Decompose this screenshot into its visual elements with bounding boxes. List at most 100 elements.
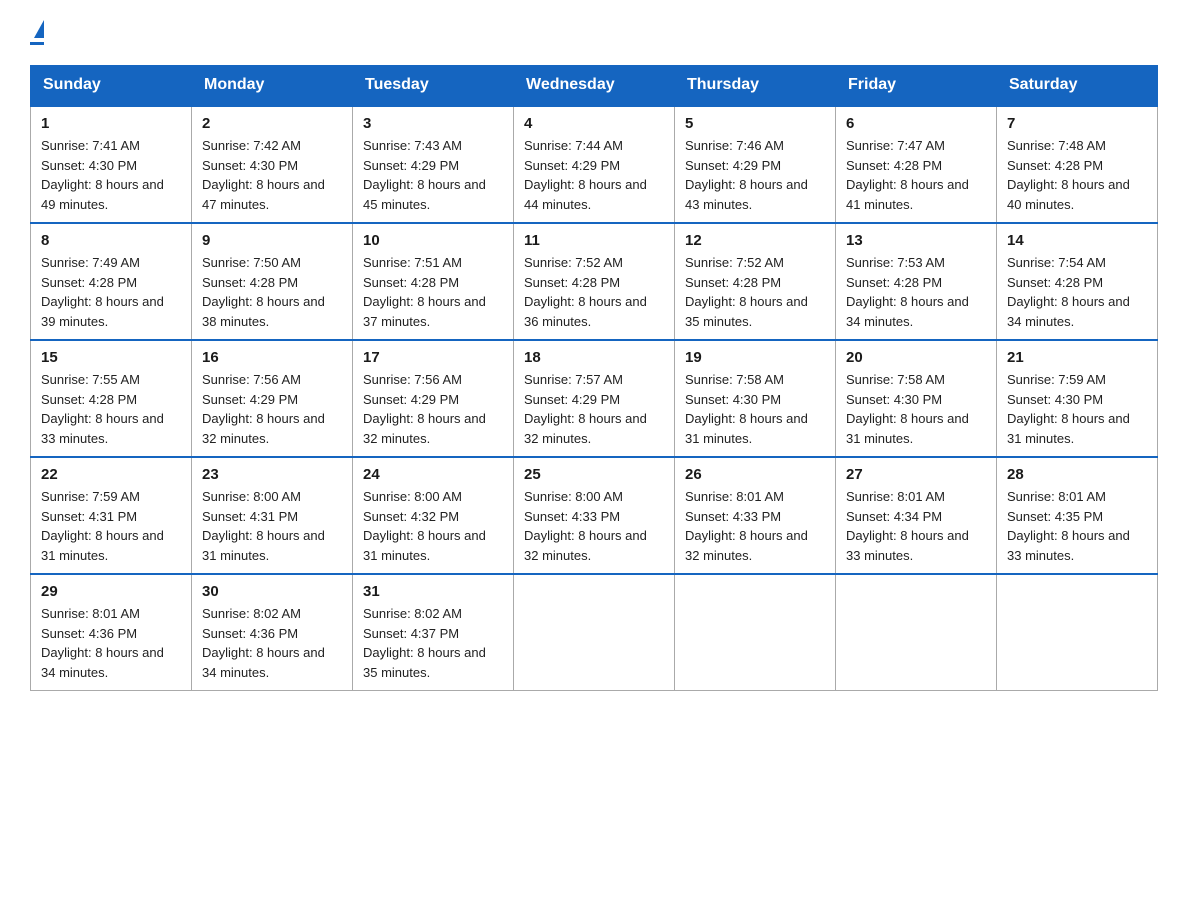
calendar-cell: 18 Sunrise: 7:57 AMSunset: 4:29 PMDayligh… (514, 340, 675, 457)
day-number: 16 (202, 349, 342, 366)
logo (30, 20, 44, 45)
calendar-header-row: SundayMondayTuesdayWednesdayThursdayFrid… (31, 66, 1158, 106)
day-info: Sunrise: 7:55 AMSunset: 4:28 PMDaylight:… (41, 370, 181, 448)
day-number: 2 (202, 115, 342, 132)
calendar-cell: 28Sunrise: 8:01 AMSunset: 4:35 PMDayligh… (997, 457, 1158, 574)
day-number: 23 (202, 466, 342, 483)
calendar-cell: 27 Sunrise: 8:01 AMSunset: 4:34 PMDayligh… (836, 457, 997, 574)
day-info: Sunrise: 7:48 AMSunset: 4:28 PMDaylight:… (1007, 136, 1147, 214)
calendar-cell: 22 Sunrise: 7:59 AMSunset: 4:31 PMDayligh… (31, 457, 192, 574)
week-row-5: 29 Sunrise: 8:01 AMSunset: 4:36 PMDayligh… (31, 574, 1158, 691)
calendar-cell: 23 Sunrise: 8:00 AMSunset: 4:31 PMDayligh… (192, 457, 353, 574)
day-number: 6 (846, 115, 986, 132)
day-number: 29 (41, 583, 181, 600)
day-info: Sunrise: 8:00 AMSunset: 4:32 PMDaylight:… (363, 487, 503, 565)
calendar-cell: 16 Sunrise: 7:56 AMSunset: 4:29 PMDayligh… (192, 340, 353, 457)
calendar-cell: 4 Sunrise: 7:44 AMSunset: 4:29 PMDaylight… (514, 106, 675, 224)
day-info: Sunrise: 7:53 AMSunset: 4:28 PMDaylight:… (846, 253, 986, 331)
day-info: Sunrise: 8:00 AMSunset: 4:33 PMDaylight:… (524, 487, 664, 565)
day-info: Sunrise: 8:00 AMSunset: 4:31 PMDaylight:… (202, 487, 342, 565)
week-row-3: 15 Sunrise: 7:55 AMSunset: 4:28 PMDayligh… (31, 340, 1158, 457)
calendar-cell: 9 Sunrise: 7:50 AMSunset: 4:28 PMDaylight… (192, 223, 353, 340)
day-info: Sunrise: 7:43 AMSunset: 4:29 PMDaylight:… (363, 136, 503, 214)
day-info: Sunrise: 7:41 AMSunset: 4:30 PMDaylight:… (41, 136, 181, 214)
day-number: 26 (685, 466, 825, 483)
calendar-cell: 19 Sunrise: 7:58 AMSunset: 4:30 PMDayligh… (675, 340, 836, 457)
day-number: 12 (685, 232, 825, 249)
calendar-cell (675, 574, 836, 691)
calendar-cell (836, 574, 997, 691)
calendar-cell: 10Sunrise: 7:51 AMSunset: 4:28 PMDayligh… (353, 223, 514, 340)
day-info: Sunrise: 7:58 AMSunset: 4:30 PMDaylight:… (846, 370, 986, 448)
calendar-cell: 25 Sunrise: 8:00 AMSunset: 4:33 PMDayligh… (514, 457, 675, 574)
day-info: Sunrise: 7:56 AMSunset: 4:29 PMDaylight:… (202, 370, 342, 448)
day-number: 11 (524, 232, 664, 249)
day-number: 31 (363, 583, 503, 600)
day-number: 8 (41, 232, 181, 249)
calendar-cell: 13 Sunrise: 7:53 AMSunset: 4:28 PMDayligh… (836, 223, 997, 340)
day-number: 18 (524, 349, 664, 366)
calendar-header-thursday: Thursday (675, 66, 836, 106)
day-info: Sunrise: 8:01 AMSunset: 4:33 PMDaylight:… (685, 487, 825, 565)
day-info: Sunrise: 8:02 AMSunset: 4:37 PMDaylight:… (363, 604, 503, 682)
calendar-table: SundayMondayTuesdayWednesdayThursdayFrid… (30, 65, 1158, 691)
day-number: 9 (202, 232, 342, 249)
calendar-cell: 26 Sunrise: 8:01 AMSunset: 4:33 PMDayligh… (675, 457, 836, 574)
logo-triangle-icon (34, 20, 44, 38)
calendar-header-saturday: Saturday (997, 66, 1158, 106)
calendar-header-friday: Friday (836, 66, 997, 106)
day-number: 20 (846, 349, 986, 366)
day-number: 10 (363, 232, 503, 249)
calendar-cell: 2Sunrise: 7:42 AMSunset: 4:30 PMDaylight… (192, 106, 353, 224)
day-number: 21 (1007, 349, 1147, 366)
day-info: Sunrise: 7:58 AMSunset: 4:30 PMDaylight:… (685, 370, 825, 448)
calendar-header-tuesday: Tuesday (353, 66, 514, 106)
day-info: Sunrise: 8:01 AMSunset: 4:34 PMDaylight:… (846, 487, 986, 565)
logo-underline (30, 42, 44, 45)
day-number: 17 (363, 349, 503, 366)
calendar-cell: 3 Sunrise: 7:43 AMSunset: 4:29 PMDaylight… (353, 106, 514, 224)
day-number: 27 (846, 466, 986, 483)
calendar-cell: 11 Sunrise: 7:52 AMSunset: 4:28 PMDayligh… (514, 223, 675, 340)
calendar-cell: 21 Sunrise: 7:59 AMSunset: 4:30 PMDayligh… (997, 340, 1158, 457)
day-number: 19 (685, 349, 825, 366)
day-info: Sunrise: 7:50 AMSunset: 4:28 PMDaylight:… (202, 253, 342, 331)
day-info: Sunrise: 7:52 AMSunset: 4:28 PMDaylight:… (685, 253, 825, 331)
calendar-cell: 24 Sunrise: 8:00 AMSunset: 4:32 PMDayligh… (353, 457, 514, 574)
day-info: Sunrise: 8:01 AMSunset: 4:35 PMDaylight:… (1007, 487, 1147, 565)
day-info: Sunrise: 7:44 AMSunset: 4:29 PMDaylight:… (524, 136, 664, 214)
calendar-header-sunday: Sunday (31, 66, 192, 106)
day-info: Sunrise: 8:01 AMSunset: 4:36 PMDaylight:… (41, 604, 181, 682)
day-info: Sunrise: 7:57 AMSunset: 4:29 PMDaylight:… (524, 370, 664, 448)
calendar-cell: 17Sunrise: 7:56 AMSunset: 4:29 PMDayligh… (353, 340, 514, 457)
day-number: 14 (1007, 232, 1147, 249)
day-number: 4 (524, 115, 664, 132)
day-info: Sunrise: 8:02 AMSunset: 4:36 PMDaylight:… (202, 604, 342, 682)
week-row-1: 1 Sunrise: 7:41 AMSunset: 4:30 PMDaylight… (31, 106, 1158, 224)
day-number: 5 (685, 115, 825, 132)
day-number: 3 (363, 115, 503, 132)
calendar-cell: 8Sunrise: 7:49 AMSunset: 4:28 PMDaylight… (31, 223, 192, 340)
day-info: Sunrise: 7:54 AMSunset: 4:28 PMDaylight:… (1007, 253, 1147, 331)
day-number: 22 (41, 466, 181, 483)
calendar-cell: 15 Sunrise: 7:55 AMSunset: 4:28 PMDayligh… (31, 340, 192, 457)
calendar-cell: 5 Sunrise: 7:46 AMSunset: 4:29 PMDaylight… (675, 106, 836, 224)
calendar-cell: 7Sunrise: 7:48 AMSunset: 4:28 PMDaylight… (997, 106, 1158, 224)
day-info: Sunrise: 7:47 AMSunset: 4:28 PMDaylight:… (846, 136, 986, 214)
day-info: Sunrise: 7:46 AMSunset: 4:29 PMDaylight:… (685, 136, 825, 214)
week-row-2: 8Sunrise: 7:49 AMSunset: 4:28 PMDaylight… (31, 223, 1158, 340)
page-header (30, 20, 1158, 45)
day-number: 15 (41, 349, 181, 366)
day-number: 30 (202, 583, 342, 600)
day-info: Sunrise: 7:59 AMSunset: 4:30 PMDaylight:… (1007, 370, 1147, 448)
day-number: 1 (41, 115, 181, 132)
calendar-cell: 1 Sunrise: 7:41 AMSunset: 4:30 PMDaylight… (31, 106, 192, 224)
calendar-cell: 20 Sunrise: 7:58 AMSunset: 4:30 PMDayligh… (836, 340, 997, 457)
day-number: 24 (363, 466, 503, 483)
day-number: 13 (846, 232, 986, 249)
week-row-4: 22 Sunrise: 7:59 AMSunset: 4:31 PMDayligh… (31, 457, 1158, 574)
day-info: Sunrise: 7:59 AMSunset: 4:31 PMDaylight:… (41, 487, 181, 565)
day-number: 25 (524, 466, 664, 483)
calendar-cell: 6 Sunrise: 7:47 AMSunset: 4:28 PMDaylight… (836, 106, 997, 224)
day-info: Sunrise: 7:52 AMSunset: 4:28 PMDaylight:… (524, 253, 664, 331)
